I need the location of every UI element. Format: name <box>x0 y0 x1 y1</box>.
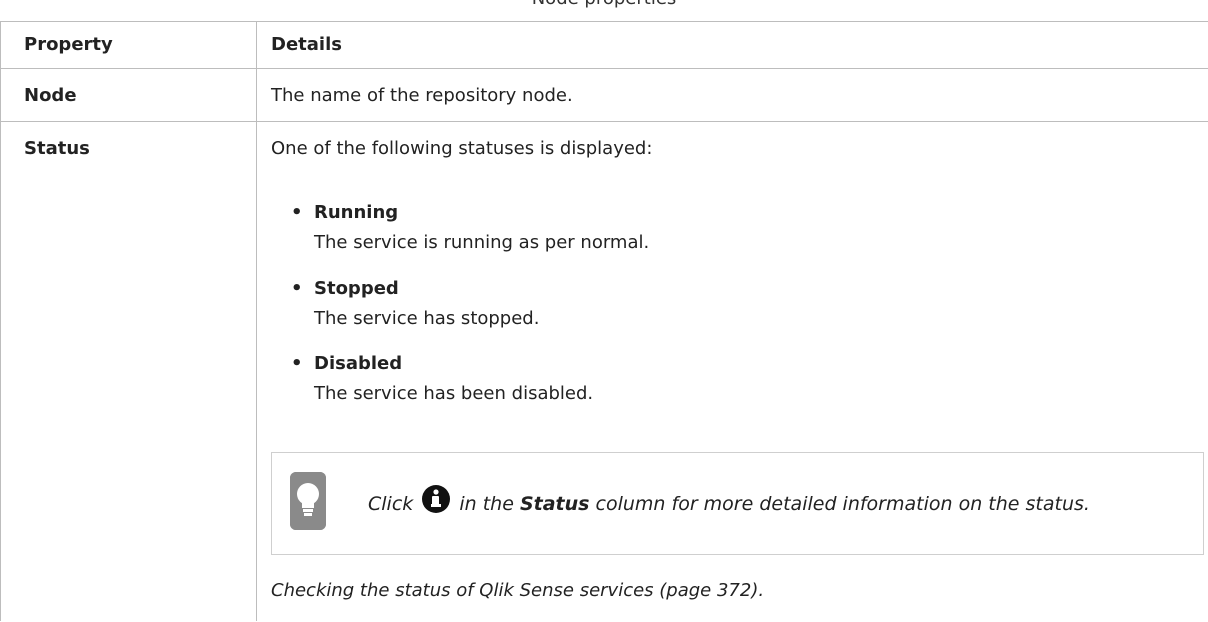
tip-bold: Status <box>519 493 590 515</box>
details-status-intro: One of the following statuses is display… <box>271 138 653 159</box>
table-caption: Node properties <box>0 0 1208 11</box>
table-header-row: Property Details <box>0 21 1208 69</box>
status-link[interactable]: Checking the status of Qlik Sense servic… <box>271 580 764 601</box>
info-circle-icon <box>421 480 451 513</box>
tip-after-icon: in the <box>459 493 514 515</box>
header-details: Details <box>271 34 342 55</box>
header-property: Property <box>24 34 113 55</box>
bullet-dot: • <box>291 278 303 299</box>
status-desc-stopped: The service has stopped. <box>314 308 540 329</box>
bullet-dot: • <box>291 202 303 223</box>
property-status: Status <box>24 138 90 159</box>
tip-text: Click in the Status column for more deta… <box>368 476 1090 532</box>
bullet-dot: • <box>291 353 303 374</box>
status-desc-disabled: The service has been disabled. <box>314 383 594 404</box>
tip-box: Click in the Status column for more deta… <box>271 452 1204 555</box>
status-name-running: Running <box>314 202 399 223</box>
status-name-stopped: Stopped <box>314 278 399 299</box>
status-name-disabled: Disabled <box>314 353 403 374</box>
tip-before: Click <box>368 493 414 515</box>
status-desc-running: The service is running as per normal. <box>314 232 650 253</box>
lightbulb-icon <box>290 472 326 530</box>
tip-rest: column for more detailed information on … <box>595 493 1090 515</box>
table-row-node: Node The name of the repository node. <box>0 69 1208 122</box>
property-node: Node <box>24 85 77 106</box>
details-node: The name of the repository node. <box>271 85 573 106</box>
